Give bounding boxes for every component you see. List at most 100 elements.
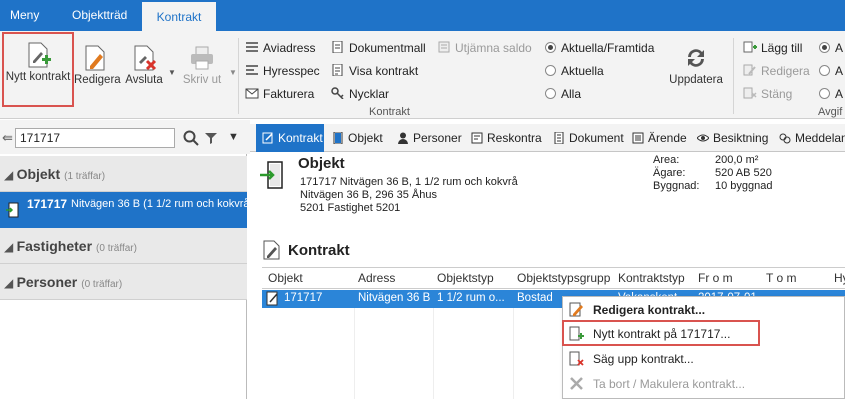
contract-heading-icon [263, 240, 280, 260]
print-dropdown-icon[interactable]: ▼ [229, 68, 237, 77]
collapse-icon: ◢ [4, 240, 17, 254]
edit-label: Redigera [74, 74, 121, 86]
edit-button[interactable]: Redigera [74, 37, 121, 107]
result-item-171717[interactable]: 171717 Nitvägen 36 B (1 1/2 rum och kokv… [0, 192, 247, 228]
group-objekt[interactable]: ◢ Objekt (1 träffar) [0, 156, 247, 192]
menu-item-terminate-contract[interactable]: Säg upp kontrakt... [593, 352, 694, 366]
prop-area-key: Area: [653, 154, 680, 166]
tab-kontrakt[interactable]: Kontrakt [142, 0, 216, 31]
message-icon [779, 133, 791, 144]
tab-reskontra[interactable]: Reskontra [471, 124, 542, 152]
fakturera-button[interactable]: Fakturera [245, 84, 314, 104]
cell-objekt: 171717 [284, 292, 323, 304]
filter-label: Alla [561, 87, 582, 101]
tab-meddelanden[interactable]: Meddelan [779, 124, 845, 152]
search-dropdown-icon[interactable]: ▼ [228, 131, 239, 143]
group-personer[interactable]: ◢ Personer (0 träffar) [0, 264, 247, 300]
col-objektstypsgrupp[interactable]: Objektstypsgrupp [517, 271, 610, 285]
utjamna-saldo-button[interactable]: Utjämna saldo [437, 38, 532, 58]
balance-icon [438, 41, 450, 53]
contract-row-icon [266, 291, 278, 306]
filter-aktuella[interactable]: Aktuella [545, 61, 604, 81]
envelope-icon [245, 88, 259, 99]
radio2-option[interactable]: A [819, 38, 843, 58]
filter-alla[interactable]: Alla [545, 84, 581, 104]
col-objektstyp[interactable]: Objektstyp [437, 271, 494, 285]
view-contract-icon [332, 64, 343, 76]
tab-personer[interactable]: Personer [397, 124, 462, 152]
refresh-button[interactable]: Uppdatera [668, 37, 724, 107]
object-icon [333, 132, 343, 144]
refresh-icon [688, 49, 704, 67]
edit-fee-label: Redigera [761, 64, 810, 78]
dokumentmall-button[interactable]: Dokumentmall [331, 38, 426, 58]
edit-icon [743, 64, 756, 76]
tab-objekttrad[interactable]: Objektträd [72, 0, 127, 31]
result-text: Nitvägen 36 B (1 1/2 rum och kokvrå [71, 198, 247, 210]
new-document-icon [28, 42, 51, 68]
col-hy[interactable]: Hy [834, 271, 845, 285]
new-contract-button[interactable]: Nytt kontrakt [2, 32, 74, 107]
edit-document-icon [85, 45, 105, 71]
back-arrow-icon[interactable]: ⇚ [2, 130, 13, 146]
col-adress[interactable]: Adress [358, 271, 395, 285]
search-input[interactable]: 171717 [15, 128, 175, 148]
radio2-option[interactable]: A [819, 84, 843, 104]
group-name: Objekt [16, 166, 61, 182]
nycklar-label: Nycklar [349, 87, 390, 101]
aviadress-button[interactable]: Aviadress [245, 38, 315, 58]
ribbon-separator [733, 38, 734, 114]
col-kontraktstyp[interactable]: Kontraktstyp [618, 271, 685, 285]
tab-dokument[interactable]: Dokument [553, 124, 624, 152]
cell-adress: Nitvägen 36 B [358, 292, 431, 304]
object-line2: Nitvägen 36 B, 296 35 Åhus [300, 189, 437, 201]
menu-item-new-contract[interactable]: Nytt kontrakt på 171717... [593, 327, 730, 341]
radio-selected-icon [819, 42, 830, 53]
terminate-button[interactable]: Avsluta [122, 37, 166, 107]
hyresspec-button[interactable]: Hyresspec [245, 61, 320, 81]
fakturera-label: Fakturera [263, 87, 315, 101]
group-name: Fastigheter [16, 238, 93, 254]
radio2-option[interactable]: A [819, 61, 843, 81]
print-label: Skriv ut [182, 74, 222, 86]
filter-tool-icon[interactable] [203, 130, 219, 146]
prop-owner-key: Ägare: [653, 167, 686, 179]
radio-icon [545, 88, 556, 99]
radio-icon [819, 88, 830, 99]
col-from[interactable]: Fr o m [698, 271, 733, 285]
edit-fee-button[interactable]: Redigera [743, 61, 810, 81]
menu-item-delete-contract[interactable]: Ta bort / Makulera kontrakt... [593, 377, 745, 391]
col-objekt[interactable]: Objekt [268, 271, 303, 285]
close-doc-icon [743, 87, 757, 99]
close-fee-button[interactable]: Stäng [743, 84, 792, 104]
group-count: (1 träffar) [64, 171, 106, 182]
printer-icon [191, 46, 213, 70]
add-fee-button[interactable]: Lägg till [743, 38, 802, 58]
grid-line [354, 308, 355, 399]
print-button[interactable]: Skriv ut [180, 37, 224, 107]
nycklar-button[interactable]: Nycklar [331, 84, 389, 104]
tab-kontrakt-detail[interactable]: Kontrakt [256, 124, 324, 152]
tab-arende[interactable]: Ärende [632, 124, 687, 152]
visa-kontrakt-button[interactable]: Visa kontrakt [331, 61, 418, 81]
menu-item-edit-contract[interactable]: Redigera kontrakt... [593, 303, 705, 317]
tab-besiktning[interactable]: Besiktning [697, 124, 768, 152]
tab-label: Objekt [348, 131, 383, 145]
tab-label: Meddelan [795, 131, 845, 145]
tab-label: Ärende [648, 131, 687, 145]
tab-meny[interactable]: Meny [10, 0, 39, 31]
tab-objekt[interactable]: Objekt [332, 124, 383, 152]
filter-aktuella-framtida[interactable]: Aktuella/Framtida [545, 38, 654, 58]
group-fastigheter[interactable]: ◢ Fastigheter (0 träffar) [0, 228, 247, 264]
col-tom[interactable]: T o m [766, 271, 796, 285]
radio-icon [819, 65, 830, 76]
ribbon-group-avgift: Avgif [818, 106, 843, 118]
terminate-dropdown-icon[interactable]: ▼ [168, 68, 176, 77]
search-icon[interactable] [183, 130, 199, 146]
document-icon [554, 132, 564, 144]
tab-label: Dokument [569, 131, 624, 145]
add-icon [743, 41, 757, 53]
tab-label: Reskontra [487, 131, 542, 145]
tab-label: Personer [413, 131, 462, 145]
object-line1: 171717 Nitvägen 36 B, 1 1/2 rum och kokv… [300, 176, 518, 188]
